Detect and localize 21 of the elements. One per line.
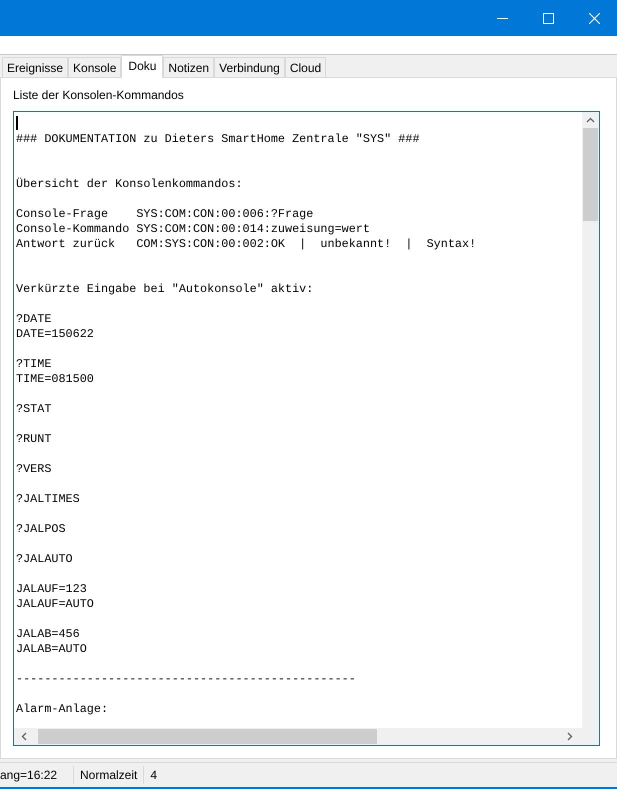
horizontal-scrollbar[interactable] [14,728,599,745]
close-icon[interactable] [588,12,600,24]
scroll-thumb[interactable] [38,729,377,744]
scroll-up-icon[interactable] [586,117,595,123]
tab[interactable]: Ereignisse [2,57,68,77]
tab[interactable]: Notizen [163,57,214,77]
status-text: Normalzeit [74,766,144,784]
vertical-scrollbar[interactable] [582,112,599,728]
scroll-left-icon[interactable] [21,732,27,741]
scroll-right-icon[interactable] [567,732,573,741]
document-field[interactable] [13,111,600,746]
status-text: ang=16:22 [0,766,74,784]
tab[interactable]: Doku [121,55,164,78]
panel-label: Liste der Konsolen-Kommandos [13,88,185,102]
tab[interactable]: Cloud [284,57,326,77]
maximize-icon[interactable] [542,12,554,24]
tab[interactable]: Konsole [68,57,122,77]
document-text: ### DOKUMENTATION zu Dieters SmartHome Zentrale "SYS" ### Übersicht der Konsolenkommandos: Console-Frage SYS:COM:CON:00:006:?Frage Console-Kommando SYS:COM:CON:00:014:zuweisung=wert Antwort zurück COM:SYS:CON:00:002:OK | unbekannt! | Syntax! Verkürzte Eingabe bei "Autokonsole" aktiv: ?DATE DATE=150622 ?TIME TIME=081500 ?STAT ?RUNT ?VERS ?JALTIMES ?JALPOS ?JALAUTO JALAUF=123 JALAUF=AUTO JALAB=456 JALAB=AUTO ------------------------------------------------ Alarm-Anlage: [16,132,478,717]
scroll-thumb[interactable] [583,128,598,221]
tab[interactable]: Verbindung [214,57,285,77]
status-text: 4 [149,767,158,784]
